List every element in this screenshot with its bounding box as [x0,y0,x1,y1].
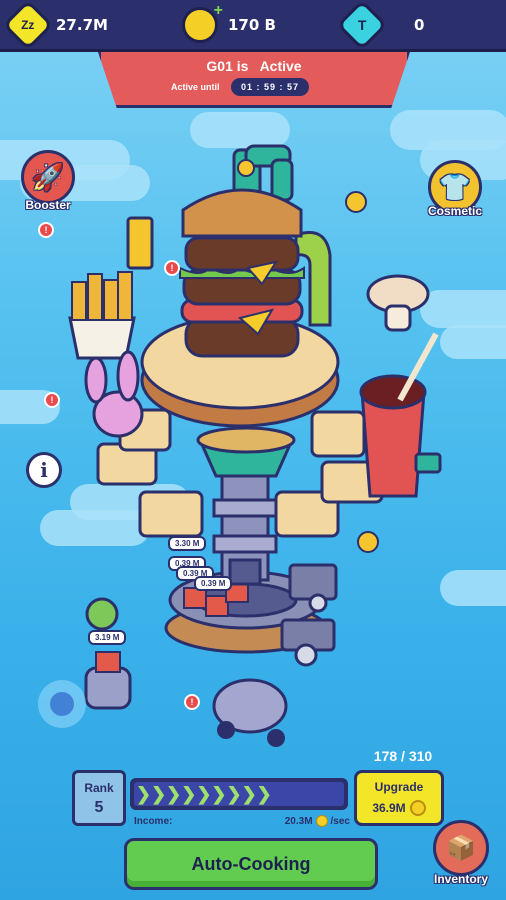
token-icon: T [336,0,388,51]
alert-marker[interactable]: ! [44,392,60,408]
zzz-value: 27.7M [56,16,108,34]
income-row: Income: 20.3M /sec [134,815,350,827]
inventory-button[interactable]: 📦 Inventory [424,820,498,886]
upgrade-price: 36.9M [372,801,406,815]
active-until-label: Active until [171,82,220,92]
coin-icon: + [182,2,223,43]
inventory-label: Inventory [433,872,488,886]
info-button[interactable]: i [26,452,62,488]
alert-marker[interactable]: ! [38,222,54,238]
coin-resource[interactable]: + 170 B [182,2,276,44]
level-count: 178 / 310 [373,748,433,764]
alert-marker[interactable]: ! [164,260,180,276]
production-tag: 0.39 M [194,576,233,591]
token-resource[interactable]: T 0 [336,0,425,51]
production-tag: 3.19 M [88,630,127,645]
resource-bar: Zz 27.7M + 170 B T 0 [0,0,506,52]
upgrade-button[interactable]: Upgrade 36.9M [354,770,444,826]
coin-icon [315,815,328,827]
income-value: 20.3M [284,815,313,827]
coin-icon [409,800,426,816]
burger-tower-illustration [38,144,442,747]
booster-button[interactable]: 🚀 Booster [18,150,78,212]
inventory-box-icon: 📦 [433,820,489,876]
income-unit: /sec [330,815,350,827]
game-scene: ! ! ! 3.30 M 0.39 M 0.39 M 0.39 M 3.19 M [0,0,506,900]
cosmetic-button[interactable]: 👕 Cosmetic [420,160,490,218]
upgrade-label: Upgrade [374,780,424,794]
zzz-resource[interactable]: Zz 27.7M [2,0,108,51]
banner-title: G01 is Active [206,58,302,74]
rank-value: 5 [94,799,104,816]
booster-label: Booster [25,198,71,212]
token-value: 0 [414,16,425,34]
cosmetic-label: Cosmetic [427,204,483,218]
zzz-icon: Zz [2,0,54,51]
alert-marker[interactable]: ! [184,694,200,710]
rank-badge[interactable]: Rank 5 [72,770,126,826]
level-progress-bar: ❯❯❯❯❯❯❯❯❯ [130,778,348,810]
income-label: Income: [134,815,173,827]
rocket-icon: 🚀 [21,150,75,204]
production-tag: 3.30 M [168,536,207,551]
rank-label: Rank [84,781,114,795]
auto-cooking-button[interactable]: Auto-Cooking [124,838,378,890]
plus-icon[interactable]: + [214,2,223,20]
active-banner: G01 is Active Active until 01 : 59 : 57 [98,52,410,108]
active-timer: 01 : 59 : 57 [231,78,309,96]
coin-value: 170 B [228,16,276,34]
